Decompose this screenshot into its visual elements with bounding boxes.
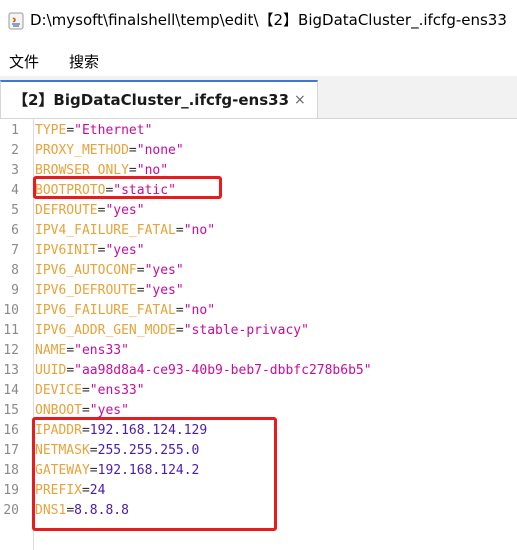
code-line[interactable]: 2 PROXY_METHOD="none" (0, 141, 517, 161)
code-line[interactable]: 14 DEVICE="ens33" (0, 381, 517, 401)
config-value: "Ethernet" (74, 123, 153, 138)
window-title: D:\mysoft\finalshell\temp\edit\【2】BigDat… (30, 11, 507, 29)
code-text: IPV6INIT="yes" (35, 241, 145, 261)
line-number: 7 (11, 243, 19, 258)
equals-sign: = (175, 323, 184, 338)
line-number: 9 (11, 283, 19, 298)
line-number: 12 (3, 343, 19, 358)
highlight-bootproto (33, 176, 222, 199)
code-text: UUID="aa98d8a4-ce93-40b9-beb7-dbbfc278b6… (35, 361, 372, 381)
line-number: 13 (3, 363, 19, 378)
code-text: DEFROUTE="yes" (35, 201, 145, 221)
code-line[interactable]: 12 NAME="ens33" (0, 341, 517, 361)
line-number: 2 (11, 143, 19, 158)
code-line[interactable]: 9 IPV6_DEFROUTE="yes" (0, 281, 517, 301)
config-key: ONBOOT (35, 403, 82, 418)
code-editor[interactable]: 1 TYPE="Ethernet" 2 PROXY_METHOD="none" 3 BRO… (0, 119, 517, 550)
equals-sign: = (175, 223, 184, 238)
equals-sign: = (66, 363, 75, 378)
code-text: IPV6_AUTOCONF="yes" (35, 261, 184, 281)
config-value: "no" (183, 223, 216, 238)
code-line[interactable]: 8 IPV6_AUTOCONF="yes" (0, 261, 517, 281)
tab-strip: 【2】BigDataCluster_.ifcfg-ens33 × (0, 76, 517, 119)
config-value: "yes" (144, 263, 184, 278)
code-line[interactable]: 11 IPV6_ADDR_GEN_MODE="stable-privacy" (0, 321, 517, 341)
line-number: 19 (3, 483, 19, 498)
title-bar: D:\mysoft\finalshell\temp\edit\【2】BigDat… (0, 0, 517, 40)
equals-sign: = (136, 283, 145, 298)
code-line[interactable]: 1 TYPE="Ethernet" (0, 121, 517, 141)
line-number: 8 (11, 263, 19, 278)
line-number: 14 (3, 383, 19, 398)
code-text: PROXY_METHOD="none" (35, 141, 184, 161)
config-key: IPV6_DEFROUTE (35, 283, 137, 298)
code-line[interactable]: 7 IPV6INIT="yes" (0, 241, 517, 261)
line-number: 3 (11, 163, 19, 178)
line-number: 20 (3, 503, 19, 518)
config-value: "stable-privacy" (183, 323, 309, 338)
menu-search[interactable]: 搜索 (69, 48, 99, 76)
line-number: 18 (3, 463, 19, 478)
code-text: NAME="ens33" (35, 341, 129, 361)
line-number: 4 (11, 183, 19, 198)
highlight-network-block (32, 417, 277, 531)
config-value: "yes" (89, 403, 129, 418)
code-line[interactable]: 6 IPV4_FAILURE_FATAL="no" (0, 221, 517, 241)
config-value: "ens33" (89, 383, 145, 398)
line-number: 15 (3, 403, 19, 418)
menu-bar: 文件 搜索 (0, 48, 517, 76)
code-text: DEVICE="ens33" (35, 381, 145, 401)
code-line[interactable]: 5 DEFROUTE="yes" (0, 201, 517, 221)
config-value: "aa98d8a4-ce93-40b9-beb7-dbbfc278b6b5" (74, 363, 372, 378)
close-icon[interactable]: × (294, 82, 306, 118)
code-line[interactable]: 13 UUID="aa98d8a4-ce93-40b9-beb7-dbbfc278… (0, 361, 517, 381)
config-key: IPV6INIT (35, 243, 98, 258)
line-number: 5 (11, 203, 19, 218)
line-number: 16 (3, 423, 19, 438)
equals-sign: = (66, 123, 75, 138)
config-value: "ens33" (74, 343, 129, 358)
line-number: 17 (3, 443, 19, 458)
line-number: 1 (11, 123, 19, 138)
code-text: TYPE="Ethernet" (35, 121, 152, 141)
config-value: "yes" (105, 203, 145, 218)
equals-sign: = (128, 143, 137, 158)
line-number: 6 (11, 223, 19, 238)
config-key: IPV6_AUTOCONF (35, 263, 137, 278)
equals-sign: = (136, 263, 145, 278)
config-key: IPV6_FAILURE_FATAL (35, 303, 176, 318)
menu-file[interactable]: 文件 (9, 48, 39, 76)
code-line[interactable]: 10 IPV6_FAILURE_FATAL="no" (0, 301, 517, 321)
line-number: 11 (3, 323, 19, 338)
code-text: IPV6_DEFROUTE="yes" (35, 281, 184, 301)
config-key: UUID (35, 363, 67, 378)
config-key: PROXY_METHOD (35, 143, 129, 158)
config-value: "none" (136, 143, 184, 158)
code-text: IPV6_ADDR_GEN_MODE="stable-privacy" (35, 321, 309, 341)
config-key: NAME (35, 343, 67, 358)
config-key: TYPE (35, 123, 67, 138)
code-text: IPV6_FAILURE_FATAL="no" (35, 301, 215, 321)
config-key: DEFROUTE (35, 203, 98, 218)
equals-sign: = (175, 303, 184, 318)
code-text: IPV4_FAILURE_FATAL="no" (35, 221, 215, 241)
config-value: "no" (183, 303, 216, 318)
java-app-icon (8, 12, 24, 30)
config-key: DEVICE (35, 383, 82, 398)
tab-label: 【2】BigDataCluster_.ifcfg-ens33 (13, 91, 290, 109)
equals-sign: = (81, 403, 90, 418)
config-key: IPV4_FAILURE_FATAL (35, 223, 176, 238)
equals-sign: = (66, 343, 75, 358)
equals-sign: = (81, 383, 90, 398)
tab-file[interactable]: 【2】BigDataCluster_.ifcfg-ens33 × (0, 80, 318, 118)
config-value: "yes" (105, 243, 145, 258)
line-number: 10 (3, 303, 19, 318)
config-key: IPV6_ADDR_GEN_MODE (35, 323, 176, 338)
config-value: "yes" (144, 283, 184, 298)
